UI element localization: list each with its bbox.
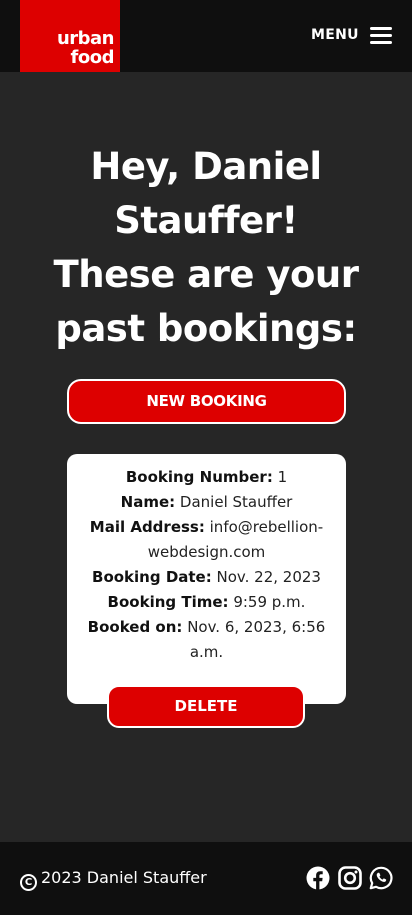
booking-date-row: Booking Date: Nov. 22, 2023 — [79, 565, 334, 590]
page-title-line: Stauffer! — [114, 199, 298, 242]
page-title-line: These are your — [53, 253, 360, 296]
hamburger-icon[interactable] — [370, 27, 392, 45]
new-booking-button[interactable]: NEW BOOKING — [67, 379, 346, 424]
booking-details: Booking Number: 1 Name: Daniel Stauffer … — [79, 465, 334, 665]
booked-on-row-continued: a.m. — [79, 640, 334, 665]
copyright-label: 2023 Daniel Stauffer — [41, 868, 207, 887]
booking-date-value: Nov. 22, 2023 — [216, 568, 321, 586]
booking-time-label: Booking Time: — [107, 593, 229, 611]
booking-mail-label: Mail Address: — [89, 518, 205, 536]
booked-on-label: Booked on: — [87, 618, 183, 636]
booking-name-label: Name: — [120, 493, 176, 511]
facebook-icon[interactable] — [306, 866, 330, 890]
booking-mail-row: Mail Address: info@rebellion- — [79, 515, 334, 540]
booking-number-value: 1 — [277, 468, 288, 486]
booking-mail-row-continued: webdesign.com — [79, 540, 334, 565]
booking-number-row: Booking Number: 1 — [79, 465, 334, 490]
copyright-icon: C — [20, 874, 37, 891]
page-title-line: past bookings: — [55, 307, 357, 350]
instagram-icon[interactable] — [338, 866, 362, 890]
booking-mail-value: info@rebellion- — [209, 518, 324, 536]
delete-booking-button[interactable]: DELETE — [107, 685, 305, 728]
booking-number-label: Booking Number: — [125, 468, 273, 486]
site-footer: C 2023 Daniel Stauffer — [0, 842, 412, 915]
logo-text-urban: urban — [56, 28, 115, 49]
booked-on-value: Nov. 6, 2023, 6:56 — [187, 618, 326, 636]
booking-time-row: Booking Time: 9:59 p.m. — [79, 590, 334, 615]
booking-card: Booking Number: 1 Name: Daniel Stauffer … — [67, 454, 346, 704]
booking-mail-value-continued: webdesign.com — [147, 543, 266, 561]
booking-name-value: Daniel Stauffer — [179, 493, 293, 511]
site-header: urban food MENU — [0, 0, 412, 72]
logo-text-food: food — [70, 47, 115, 68]
booked-on-row: Booked on: Nov. 6, 2023, 6:56 — [79, 615, 334, 640]
urban-food-logo[interactable]: urban food — [20, 0, 120, 72]
menu-label[interactable]: MENU — [311, 27, 359, 43]
page-title-line: Hey, Daniel — [90, 145, 322, 188]
booking-name-row: Name: Daniel Stauffer — [79, 490, 334, 515]
booking-time-value: 9:59 p.m. — [233, 593, 306, 611]
page-title: Hey, Daniel Stauffer! These are your pas… — [20, 140, 392, 356]
whatsapp-icon[interactable] — [369, 866, 393, 890]
copyright-text: C 2023 Daniel Stauffer — [20, 868, 207, 891]
booked-on-value-continued: a.m. — [189, 643, 224, 661]
booking-date-label: Booking Date: — [92, 568, 212, 586]
